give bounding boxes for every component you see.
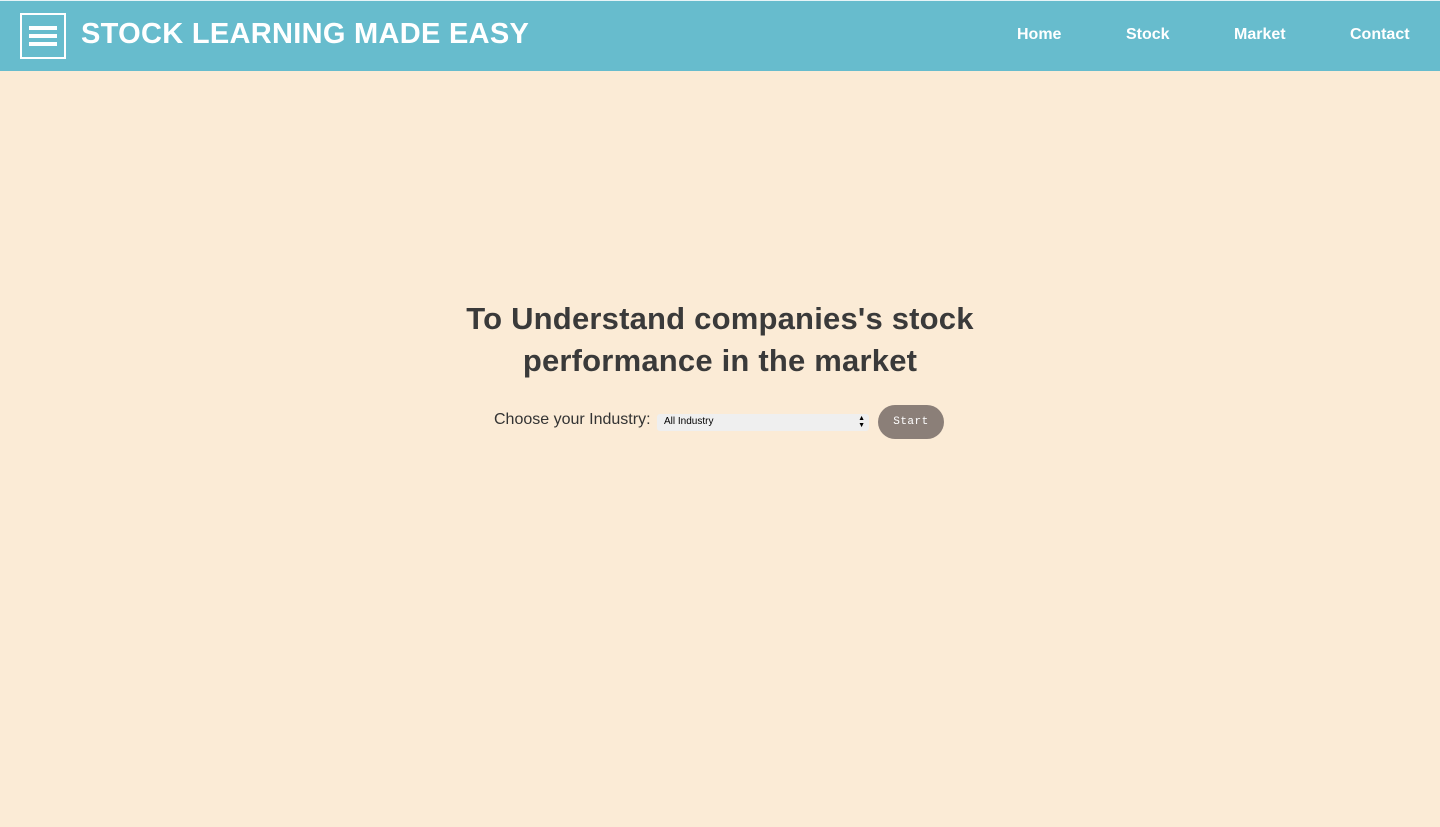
site-title: STOCK LEARNING MADE EASY <box>81 18 530 50</box>
hero-heading: To Understand companies's stock performa… <box>420 298 1020 382</box>
industry-select[interactable]: All Industry ▲ ▼ <box>657 414 869 431</box>
menu-line <box>29 42 57 46</box>
industry-label: Choose your Industry: <box>494 411 651 428</box>
nav-link-contact[interactable]: Contact <box>1350 26 1410 44</box>
industry-select-value: All Industry <box>664 416 714 427</box>
select-arrows-icon: ▲ ▼ <box>858 415 865 429</box>
top-nav-bar: STOCK LEARNING MADE EASY Home Stock Mark… <box>0 0 1440 71</box>
menu-line <box>29 34 57 38</box>
hamburger-menu-icon[interactable] <box>20 13 66 59</box>
menu-line <box>29 26 57 30</box>
hero-heading-line-2: performance in the market <box>522 343 918 378</box>
nav-link-market[interactable]: Market <box>1234 26 1286 44</box>
hero-heading-line-1: To Understand companies's stock <box>466 301 974 336</box>
nav-link-home[interactable]: Home <box>1017 26 1061 44</box>
industry-selector-row: Choose your Industry: All Industry ▲ ▼ St… <box>494 405 954 439</box>
nav-link-stock[interactable]: Stock <box>1126 26 1170 44</box>
start-button[interactable]: Start <box>878 405 944 439</box>
